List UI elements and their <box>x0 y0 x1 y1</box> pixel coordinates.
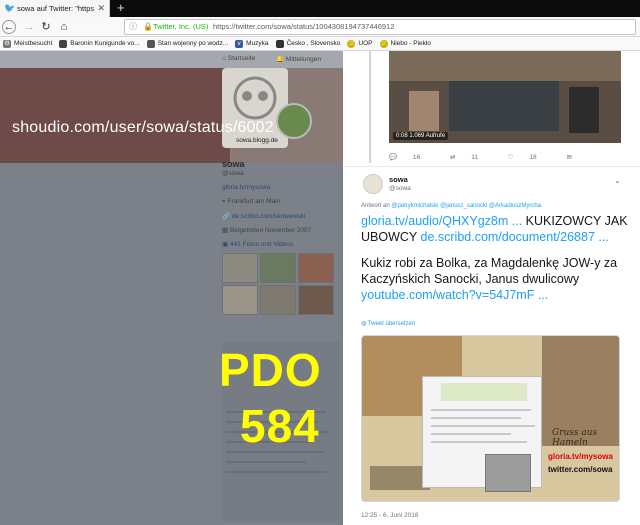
profile-name: sowa <box>222 159 245 169</box>
postcard-greeting: Gruss aus Hameln <box>552 428 598 448</box>
bookmark-item[interactable]: ☺ UOP <box>344 39 376 48</box>
navigation-toolbar: ← → ↻ ⌂ ⓘ 🔒 Twitter, Inc. (US) https://t… <box>0 17 640 37</box>
page-icon <box>146 39 155 48</box>
bookmark-item[interactable]: Stan wojenny po wodz... <box>144 39 232 48</box>
browser-tab[interactable]: 🐦 sowa auf Twitter: "https://t.co/ ✕ <box>0 0 110 17</box>
retweet-icon: ⇄ <box>449 154 458 161</box>
bookmark-item[interactable]: v Muzyka <box>232 39 272 48</box>
bookmark-item[interactable]: ☺ Niebo - Piekło <box>377 39 435 48</box>
tweet-avatar[interactable] <box>363 174 383 194</box>
home-icon[interactable]: ⌂ <box>56 19 72 35</box>
nav-home[interactable]: ⌂ Startseite <box>222 55 255 62</box>
tweet-text: gloria.tv/audio/QHXYgz8m ... KUKIZOWCY J… <box>361 214 628 302</box>
reply-icon: 💬 <box>389 154 399 161</box>
dm-action[interactable]: ✉ <box>566 154 585 161</box>
pdo-overlay-title: PDO <box>219 344 322 396</box>
site-owner: Twitter, Inc. (US) <box>153 22 209 31</box>
reply-action[interactable]: 💬 16 <box>389 154 434 161</box>
forward-arrow-icon[interactable]: → <box>21 19 37 35</box>
close-tab-icon[interactable]: ✕ <box>97 3 105 14</box>
vk-icon: v <box>235 39 244 48</box>
tweet-author-name[interactable]: sowa <box>389 175 408 184</box>
profile-handle: @sowa <box>222 170 244 177</box>
tab-title: sowa auf Twitter: "https://t.co/ <box>17 4 95 13</box>
retweet-action[interactable]: ⇄ 11 <box>450 154 492 161</box>
nav-notifications[interactable]: 🔔 Mitteilungen <box>276 55 321 63</box>
url-text[interactable]: https://twitter.com/sowa/status/10043081… <box>213 20 394 34</box>
pdo-overlay-number: 584 <box>240 400 320 452</box>
photo-icon: ▣ <box>222 241 230 248</box>
portrait-photo <box>485 454 531 492</box>
profile-joined: ▦ Beigetreten November 2007 <box>222 227 312 234</box>
gear-icon: ⚙ <box>3 39 11 48</box>
profile-location: ⌖ Frankfurt am Main <box>222 198 281 205</box>
profile-photos-link[interactable]: ▣ 441 Fotos und Videos <box>222 240 293 248</box>
image-watermark-twitter: twitter.com/sowa <box>548 465 613 474</box>
bookmarks-toolbar: ⚙ Meistbesucht Baronin Kunigunde vo... St… <box>0 37 640 51</box>
heart-icon: ♡ <box>507 154 516 161</box>
address-bar[interactable]: ⓘ 🔒 Twitter, Inc. (US) https://twitter.c… <box>124 19 636 35</box>
calendar-icon: ▦ <box>222 227 230 234</box>
blog-label: sowa.blogg.de <box>236 137 278 144</box>
chevron-down-icon[interactable]: ⌄ <box>614 176 621 185</box>
lock-icon[interactable]: 🔒 <box>143 20 153 34</box>
translate-tweet-link[interactable]: ◍ Tweet übersetzen <box>361 320 415 327</box>
bell-icon: 🔔 <box>276 56 286 63</box>
profile-site-link[interactable]: gloria.tv/mysowa <box>222 184 270 191</box>
smiley-icon: ☺ <box>347 39 356 48</box>
photo-thumb[interactable] <box>222 285 258 315</box>
twitter-topbar: ⌂ Startseite 🔔 Mitteilungen <box>0 51 343 68</box>
divider <box>343 166 640 167</box>
link-icon: 🔗 <box>222 213 232 220</box>
video-caption: 0:08 1.069 Aufrufe <box>393 132 449 140</box>
photo-thumb[interactable] <box>298 253 334 283</box>
reload-icon[interactable]: ↻ <box>38 19 54 35</box>
tweet-panel: 0:08 1.069 Aufrufe 💬 16 ⇄ 11 ♡ 18 ✉ sowa… <box>343 51 640 525</box>
globe-icon: ◍ <box>361 321 368 327</box>
page-icon <box>59 39 68 48</box>
smiley-icon: ☺ <box>379 39 388 48</box>
image-watermark-gloria: gloria.tv/mysowa <box>548 452 613 461</box>
avatar[interactable] <box>276 103 312 139</box>
tweet-link-youtube[interactable]: youtube.com/watch?v=54J7mF ... <box>361 288 548 302</box>
overlay-url-text: shoudio.com/user/sowa/status/6002 <box>12 119 274 136</box>
bookmark-item[interactable]: Baronin Kunigunde vo... <box>56 39 143 48</box>
bookmark-item[interactable]: Česko , Slovensko <box>273 39 345 48</box>
twitter-bird-icon: 🐦 <box>4 3 16 13</box>
tweet-link-scribd[interactable]: de.scribd.com/document/26887 ... <box>421 230 609 244</box>
thread-line <box>369 51 371 163</box>
reply-to-handles[interactable]: @patrykmichalski @janusz_sanocki @Arkadi… <box>391 203 541 209</box>
tab-strip: 🐦 sowa auf Twitter: "https://t.co/ ✕ + <box>0 0 640 17</box>
photo-thumb[interactable] <box>222 253 258 283</box>
photo-grid <box>222 253 334 335</box>
reply-to-line: Antwort an @patrykmichalski @janusz_sano… <box>361 203 542 209</box>
photo-thumb[interactable] <box>298 285 334 315</box>
tweet-link-gloria[interactable]: gloria.tv/audio/QHXYgz8m ... <box>361 214 522 228</box>
profile-page-dimmed: ⌂ Startseite 🔔 Mitteilungen shoudio.com/… <box>0 51 343 525</box>
page-icon <box>275 39 284 48</box>
back-arrow-icon[interactable]: ← <box>2 20 16 34</box>
new-tab-button[interactable]: + <box>117 1 125 15</box>
photo-thumb[interactable] <box>260 285 296 315</box>
photo-thumb[interactable] <box>260 253 296 283</box>
video-player[interactable]: 0:08 1.069 Aufrufe <box>389 51 621 143</box>
info-icon[interactable]: ⓘ <box>129 20 137 34</box>
tweet-author-handle[interactable]: @sowa <box>389 185 411 192</box>
profile-link[interactable]: 🔗 de.scribd.com/skowewski <box>222 212 305 220</box>
bookmark-item[interactable]: ⚙ Meistbesucht <box>0 39 56 48</box>
like-action[interactable]: ♡ 18 <box>508 154 551 161</box>
tweet-image[interactable]: Gruss aus Hameln gloria.tv/mysowa twitte… <box>361 335 620 502</box>
tweet-timestamp[interactable]: 12:25 - 6. Juni 2018 <box>361 512 418 519</box>
tweet-actions: 💬 16 ⇄ 11 ♡ 18 ✉ <box>389 153 600 161</box>
envelope-icon: ✉ <box>566 154 572 161</box>
